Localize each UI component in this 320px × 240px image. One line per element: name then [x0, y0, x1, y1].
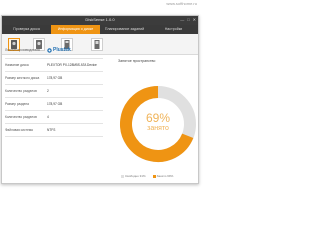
info-label: Название диска — [5, 63, 29, 67]
info-value: NTFS — [47, 128, 56, 132]
tab-disk-check[interactable]: Проверка диска — [2, 25, 51, 34]
used-space-title: Занятое пространство — [118, 59, 156, 63]
used-percent: 69% — [145, 111, 171, 125]
info-label: Логотип производителя — [5, 48, 40, 52]
title-bar: DiskSense 1.0.0 — □ ✕ — [2, 16, 198, 25]
info-row-partition-count: Количество разделов 2 — [5, 85, 103, 98]
info-value: 2 — [47, 89, 49, 93]
disk-info-panel: Логотип производителя Plustek Название д… — [5, 44, 103, 137]
info-label: Размер раздела — [5, 102, 29, 106]
info-value: 178,97 GB — [47, 76, 63, 80]
tab-task-scheduler[interactable]: Планирование заданий — [100, 25, 149, 34]
info-row-disk-name: Название диска PLEXTOR PX-128M5S ATA Dev… — [5, 59, 103, 72]
close-button[interactable]: ✕ — [193, 17, 196, 23]
info-value: 4 — [47, 115, 49, 119]
maximize-button[interactable]: □ — [187, 17, 189, 23]
legend-free: Свободно 31% — [121, 174, 146, 178]
tab-bar: Проверка диска Информация о диске Планир… — [2, 25, 198, 34]
gauge-legend: Свободно 31% Занято 69% — [121, 174, 173, 178]
used-swatch — [152, 174, 156, 178]
plustek-logo-icon — [47, 47, 52, 53]
site-watermark: www.softhome.ru — [166, 1, 197, 6]
window-title: DiskSense 1.0.0 — [85, 17, 115, 22]
info-label: Количество разделов — [5, 115, 37, 119]
used-label: занято — [147, 125, 169, 132]
minimize-button[interactable]: — — [180, 17, 184, 23]
info-row-partition-size: Размер раздела 178,97 GB — [5, 98, 103, 111]
legend-free-label: Свободно 31% — [125, 174, 146, 178]
manufacturer-logo-text: Plustek — [53, 47, 71, 53]
info-value: 178,97 GB — [47, 102, 63, 106]
info-row-file-system: Файловая система NTFS — [5, 124, 103, 137]
tab-settings[interactable]: Настройки — [149, 25, 198, 34]
info-label: Файловая система — [5, 128, 33, 132]
info-value: PLEXTOR PX-128M5S ATA Device — [47, 63, 97, 67]
info-row-disk-size: Размер жесткого диска 178,97 GB — [5, 72, 103, 85]
info-row-partitions: Количество разделов 4 — [5, 111, 103, 124]
info-label: Количество разделов — [5, 89, 37, 93]
tab-disk-info[interactable]: Информация о диске — [51, 25, 100, 34]
window-controls: — □ ✕ — [180, 17, 196, 23]
legend-used-label: Занято 69% — [156, 174, 174, 178]
info-label: Размер жесткого диска — [5, 76, 40, 80]
info-row-manufacturer: Логотип производителя Plustek — [5, 44, 103, 59]
free-swatch — [121, 174, 124, 178]
legend-used: Занято 69% — [152, 174, 174, 178]
manufacturer-logo: Plustek — [47, 47, 71, 53]
